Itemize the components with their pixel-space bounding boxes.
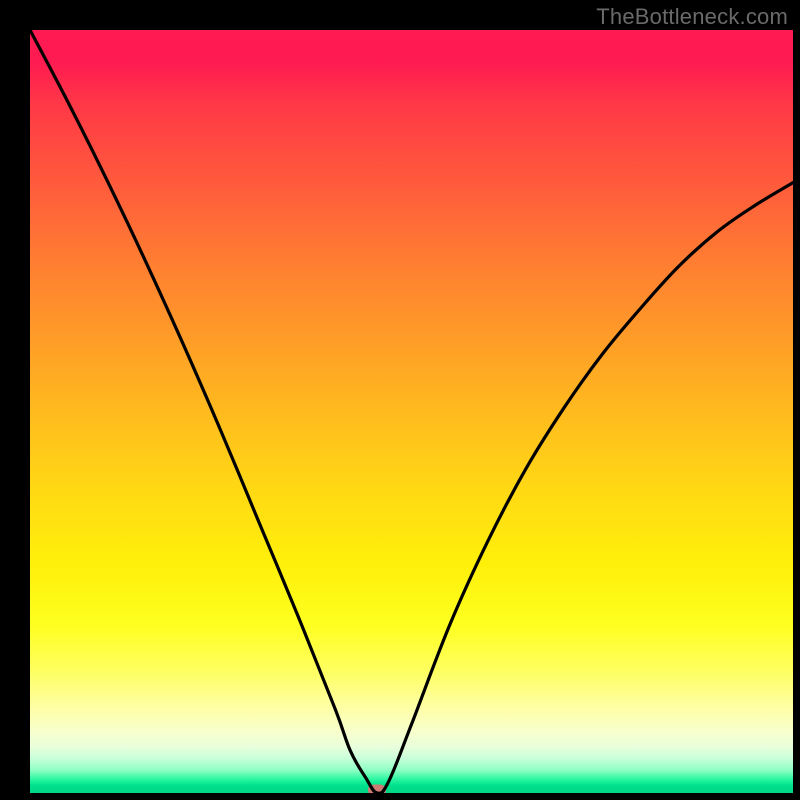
chart-container: TheBottleneck.com [0,0,800,800]
watermark-text: TheBottleneck.com [596,4,788,30]
curve-layer [30,30,793,793]
bottleneck-curve [30,30,793,793]
plot-area [30,30,793,793]
